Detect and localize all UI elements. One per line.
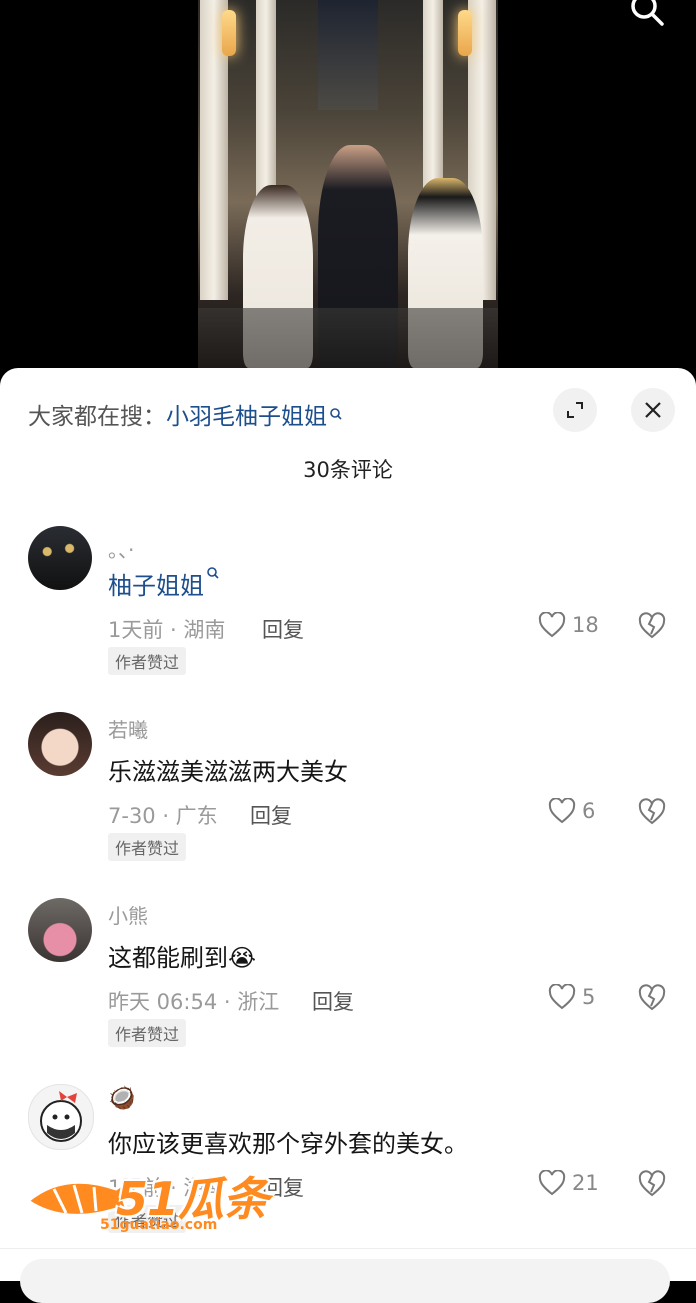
expand-icon xyxy=(567,402,583,418)
comments-count: 30条评论 xyxy=(303,458,393,482)
comment-username[interactable]: 若曦 xyxy=(108,714,148,743)
comment-meta: 1天前 · 湖南 xyxy=(108,618,226,642)
like-count: 21 xyxy=(572,1171,599,1195)
heart-icon xyxy=(538,612,566,638)
heart-icon xyxy=(538,1170,566,1196)
expand-button[interactable] xyxy=(553,388,597,432)
comment-text: 这都能刷到😭 xyxy=(108,944,257,972)
dislike-icon[interactable] xyxy=(638,1170,666,1198)
comment-text: 你应该更喜欢那个穿外套的美女。 xyxy=(108,1130,468,1158)
heart-icon xyxy=(548,984,576,1010)
video-area[interactable] xyxy=(0,0,696,380)
comment-username[interactable]: 🥥 xyxy=(108,1086,135,1111)
reply-button[interactable]: 回复 xyxy=(250,800,292,830)
comment-sheet: 大家都在搜： 小羽毛柚子姐姐 30条评论 。、· 柚子姐姐 1天前 · 湖南 回… xyxy=(0,368,696,1280)
comment-username[interactable]: 。、· xyxy=(108,534,134,563)
heart-icon xyxy=(548,798,576,824)
like-count: 18 xyxy=(572,613,599,637)
watermark-logo: 51瓜条 51guatiao.com xyxy=(24,1163,284,1235)
close-icon xyxy=(645,402,661,418)
comment-text: 柚子姐姐 xyxy=(108,566,220,601)
comment-meta: 7-30 · 广东 xyxy=(108,804,218,828)
avatar[interactable] xyxy=(28,526,92,590)
search-hint-term[interactable]: 小羽毛柚子姐姐 xyxy=(166,397,327,431)
like-button[interactable]: 6 xyxy=(548,798,595,824)
dislike-icon[interactable] xyxy=(638,612,666,640)
like-count: 6 xyxy=(582,799,596,823)
video-frame[interactable] xyxy=(198,0,498,368)
dislike-icon[interactable] xyxy=(638,798,666,826)
avatar[interactable] xyxy=(28,898,92,962)
comment-text: 乐滋滋美滋滋两大美女 xyxy=(108,758,348,786)
like-count: 5 xyxy=(582,985,596,1009)
avatar[interactable] xyxy=(28,712,92,776)
comment-input-bar[interactable] xyxy=(0,1248,696,1303)
dislike-icon[interactable] xyxy=(638,984,666,1012)
like-button[interactable]: 21 xyxy=(538,1170,599,1196)
comment-meta: 昨天 06:54 · 浙江 xyxy=(108,990,280,1014)
author-liked-badge: 作者赞过 xyxy=(108,647,187,675)
comment-username[interactable]: 小熊 xyxy=(108,900,148,929)
close-button[interactable] xyxy=(631,388,675,432)
comment-input[interactable] xyxy=(20,1259,670,1303)
reply-button[interactable]: 回复 xyxy=(312,986,354,1016)
avatar[interactable] xyxy=(28,1084,94,1150)
like-button[interactable]: 18 xyxy=(538,612,599,638)
watermark-url: 51guatiao.com xyxy=(100,1217,218,1233)
search-hint-icon xyxy=(330,408,342,420)
author-liked-badge: 作者赞过 xyxy=(108,1019,187,1047)
cartoon-avatar-icon xyxy=(40,1091,82,1142)
reply-button[interactable]: 回复 xyxy=(262,614,304,644)
author-liked-badge: 作者赞过 xyxy=(108,833,187,861)
like-button[interactable]: 5 xyxy=(548,984,595,1010)
search-term-icon xyxy=(207,567,219,579)
search-hint-prefix: 大家都在搜： xyxy=(28,404,166,430)
search-icon[interactable] xyxy=(628,0,668,28)
